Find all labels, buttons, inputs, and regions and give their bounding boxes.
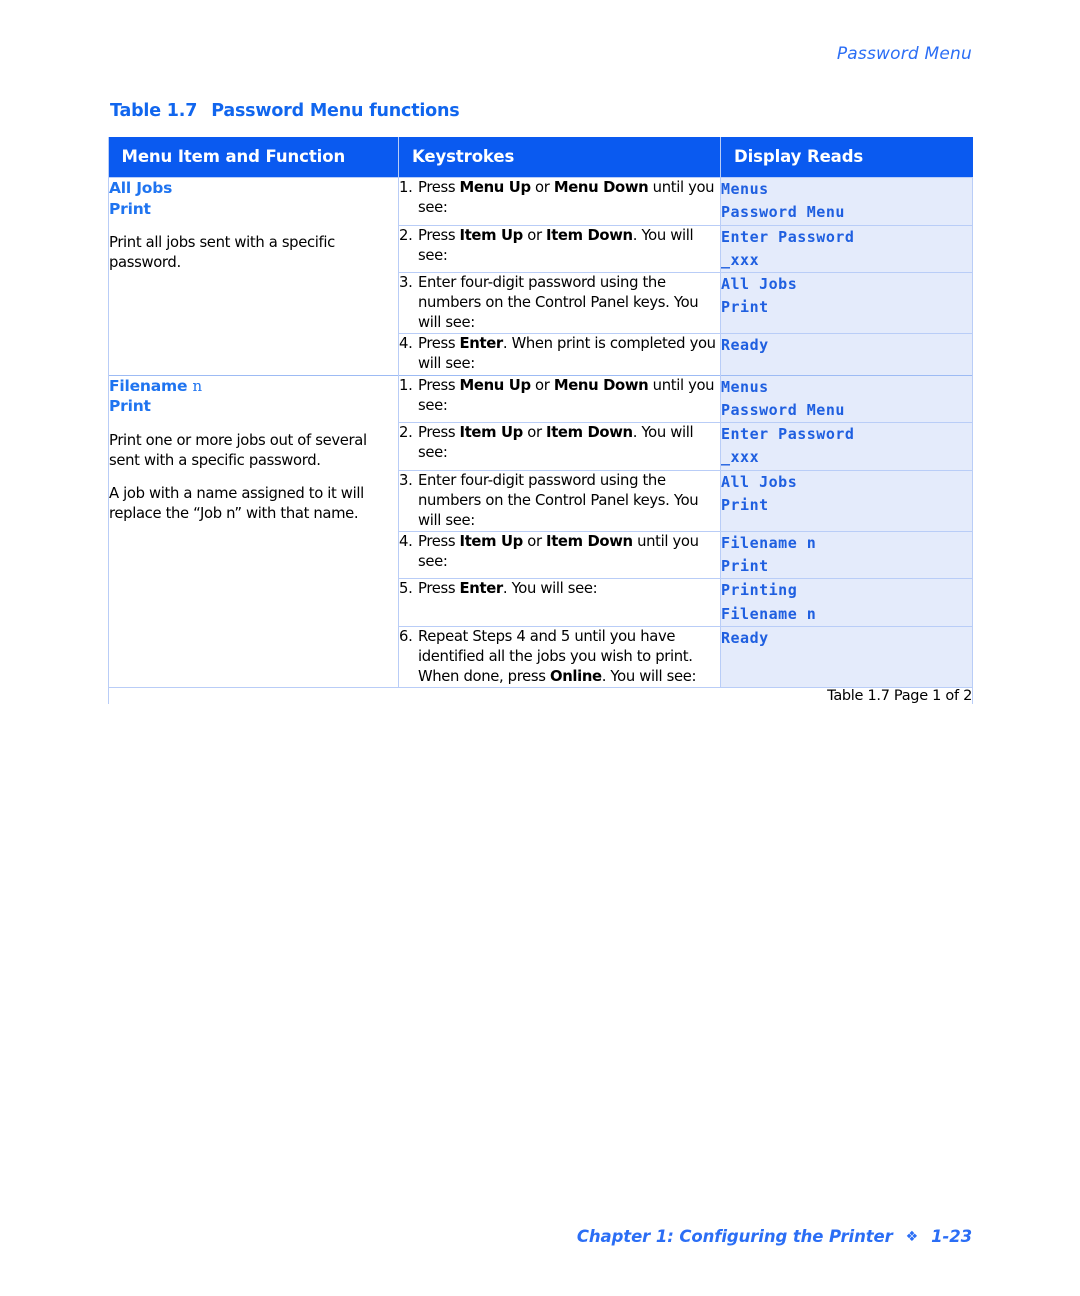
keystroke-cell: 6. Repeat Steps 4 and 5 until you have id… (398, 625, 721, 688)
display-line: Enter Password (721, 425, 855, 444)
column-header-menu-item: Menu Item and Function (108, 137, 399, 178)
table-body: All Jobs Print Print all jobs sent with a … (108, 177, 973, 688)
display-reads-cell: Menus Password Menu (720, 177, 973, 225)
step-text: Repeat Steps 4 and 5 until you have iden… (418, 627, 697, 686)
keystroke-cell: 1. Press Menu Up or Menu Down until you s… (398, 374, 721, 423)
document-page: Password Menu Table 1.7 Password Menu fun… (0, 0, 1080, 1296)
step-number: 2. (399, 424, 413, 442)
step-text: Press Menu Up or Menu Down until you see… (418, 376, 715, 414)
display-line: Print (721, 557, 769, 576)
display-line: Menus (721, 180, 769, 198)
step-number: 3. (399, 274, 413, 291)
keystroke-cell: 5. Press Enter. You will see: (398, 578, 721, 627)
keystroke-cell: 1. Press Menu Up or Menu Down until you s… (398, 177, 721, 225)
password-menu-functions-table: Menu Item and Function Keystrokes Displa… (108, 137, 973, 706)
display-reads-cell: Printing Filename n (720, 578, 973, 627)
display-line: Print (721, 298, 769, 317)
menu-item-name: Filename (109, 376, 188, 395)
menu-item-description: Print one or more jobs out of several se… (109, 432, 367, 469)
menu-item-subtitle: Print (109, 199, 151, 218)
display-reads-cell: All Jobs Print (720, 271, 973, 334)
step-text: Press Enter. When print is completed you… (418, 335, 716, 373)
display-reads-cell: Ready (720, 625, 973, 688)
keystroke-cell: 3. Enter four-digit password using the nu… (398, 271, 721, 334)
table-caption: Table 1.7 Password Menu functions (110, 101, 460, 121)
display-reads-cell: Menus Password Menu (720, 374, 973, 423)
keystroke-cell: 4. Press Item Up or Item Down until you s… (398, 530, 721, 579)
display-line: All Jobs (721, 472, 798, 491)
menu-item-title: All Jobs Print (109, 178, 398, 219)
step-number: 6. (399, 627, 413, 645)
step-number: 2. (399, 226, 413, 244)
display-reads-cell: Filename n Print (720, 530, 973, 579)
display-line: Ready (721, 628, 769, 647)
display-reads-cell: All Jobs Print (720, 469, 973, 532)
display-line: Password Menu (721, 203, 845, 222)
display-line: Password Menu (721, 400, 845, 419)
column-header-keystrokes: Keystrokes (398, 137, 721, 178)
display-reads-cell: Enter Password _xxx (720, 224, 973, 273)
menu-item-variable: n (192, 376, 203, 395)
menu-item-subtitle: Print (109, 397, 151, 416)
display-line: Enter Password (721, 227, 855, 246)
display-reads-cell: Ready (720, 333, 973, 376)
display-line: Menus (721, 377, 769, 396)
step-text: Press Enter. You will see: (418, 580, 598, 598)
keystroke-cell: 4. Press Enter. When print is completed y… (398, 333, 721, 376)
display-reads-cell: Enter Password _xxx (720, 422, 973, 471)
step-text: Press Item Up or Item Down. You will see… (418, 424, 694, 462)
step-text: Press Item Up or Item Down until you see… (418, 532, 699, 570)
table-row: All Jobs Print Print all jobs sent with a … (108, 177, 973, 376)
step-number: 1. (399, 376, 413, 394)
step-number: 3. (399, 471, 413, 489)
table-footnote-row: Table 1.7 Page 1 of 2 (108, 687, 973, 706)
step-text: Enter four-digit password using the numb… (418, 471, 699, 529)
step-text: Enter four-digit password using the numb… (418, 274, 699, 332)
column-header-display-reads: Display Reads (720, 137, 973, 178)
menu-item-title: Filename n Print (109, 376, 398, 418)
display-line: Print (721, 495, 769, 514)
display-line: _xxx (721, 448, 760, 467)
menu-item-description: Print all jobs sent with a specific pass… (109, 234, 335, 271)
table-caption-number: Table 1.7 (110, 101, 198, 121)
display-line: Filename n (721, 604, 817, 623)
display-line: Printing (721, 581, 798, 600)
page-footer: Chapter 1: Configuring the Printer ❖ 1-2… (577, 1227, 972, 1246)
display-line: All Jobs (721, 275, 798, 293)
menu-item-cell: All Jobs Print Print all jobs sent with a … (108, 177, 399, 376)
keystroke-cell: 2. Press Item Up or Item Down. You will s… (398, 422, 721, 471)
step-text: Press Item Up or Item Down. You will see… (418, 226, 694, 264)
step-number: 5. (399, 580, 413, 598)
step-number: 4. (399, 335, 413, 353)
table-row: Filename n Print Print one or more jobs ou… (108, 374, 973, 688)
running-header: Password Menu (836, 44, 972, 64)
display-line: _xxx (721, 250, 760, 269)
footer-page-number: 1-23 (931, 1227, 972, 1246)
table-caption-title: Password Menu functions (211, 101, 460, 121)
step-number: 4. (399, 532, 413, 550)
diamond-ornament-icon: ❖ (905, 1228, 919, 1245)
step-number: 1. (399, 179, 413, 196)
keystroke-cell: 2. Press Item Up or Item Down. You will s… (398, 224, 721, 273)
display-line: Ready (721, 336, 769, 355)
menu-item-name: All Jobs (109, 179, 173, 197)
display-line: Filename n (721, 533, 817, 552)
step-text: Press Menu Up or Menu Down until you see… (418, 179, 715, 217)
table-footnote: Table 1.7 Page 1 of 2 (108, 687, 973, 706)
footer-chapter: Chapter 1: Configuring the Printer (576, 1227, 893, 1246)
menu-item-cell: Filename n Print Print one or more jobs ou… (108, 374, 399, 688)
table-header-row: Menu Item and Function Keystrokes Displa… (108, 137, 973, 178)
menu-item-description: A job with a name assigned to it will re… (109, 485, 364, 523)
keystroke-cell: 3. Enter four-digit password using the nu… (398, 469, 721, 532)
